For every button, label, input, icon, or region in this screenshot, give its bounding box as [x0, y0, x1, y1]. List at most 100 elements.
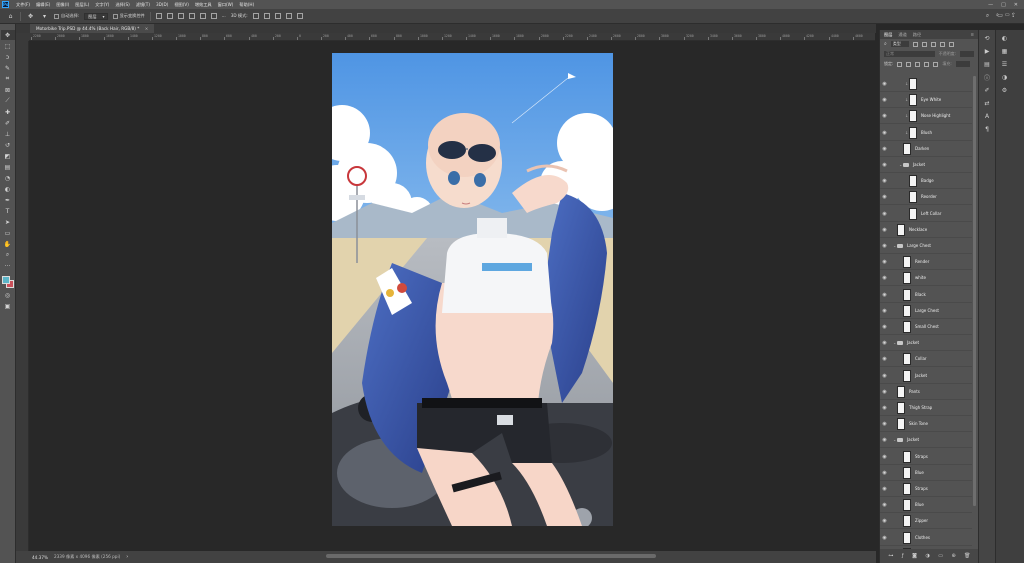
canvas-area[interactable]	[30, 42, 904, 551]
zoom-tool-icon[interactable]: ⌕	[1, 250, 15, 260]
visibility-eye-icon[interactable]: ◉	[880, 113, 889, 119]
layer-row[interactable]: ◉ Thigh Strap	[880, 400, 972, 416]
auto-select-dropdown[interactable]: 图层	[84, 12, 108, 20]
color-panel-icon[interactable]: ◐	[1000, 34, 1009, 43]
layer-row[interactable]: ◉ white	[880, 270, 972, 286]
visibility-eye-icon[interactable]: ◉	[880, 178, 889, 184]
visibility-eye-icon[interactable]: ◉	[880, 194, 889, 200]
align-center-icon[interactable]	[199, 13, 206, 19]
layer-row[interactable]: ◉ ↓ Eye White	[880, 92, 972, 108]
dock-item-swatches[interactable]: ▦	[1000, 47, 1009, 56]
marquee-tool-icon[interactable]: ⬚	[1, 41, 15, 51]
menu-image[interactable]: 图像(I)	[53, 2, 72, 8]
move-tool-icon[interactable]: ✥	[26, 12, 35, 21]
layer-row[interactable]: ◉ Black	[880, 287, 972, 303]
lock-all-icon[interactable]	[933, 61, 939, 67]
layer-row[interactable]: ◉ ↓ Nose Highlight	[880, 108, 972, 124]
layer-row[interactable]: ◉ Jacket	[880, 368, 972, 384]
layer-row[interactable]: ◉ Blue	[880, 497, 972, 513]
fx-icon[interactable]: ƒ	[902, 553, 904, 559]
menu-window[interactable]: 窗口(W)	[215, 2, 237, 8]
visibility-eye-icon[interactable]: ◉	[880, 211, 889, 217]
lock-position-icon[interactable]	[915, 61, 921, 67]
horizontal-scrollbar[interactable]	[326, 554, 656, 558]
move-tool-icon[interactable]: ✥	[0, 30, 15, 40]
tab-paths[interactable]: 路径	[913, 32, 921, 38]
more-tools-icon[interactable]: ···	[1, 261, 15, 271]
visibility-eye-icon[interactable]: ◉	[880, 535, 889, 541]
lasso-tool-icon[interactable]: ↄ	[1, 52, 15, 62]
show-transform-checkbox[interactable]: 显示变换控件	[112, 13, 145, 19]
zoom-level[interactable]: 44.37%	[32, 555, 48, 560]
visibility-eye-icon[interactable]: ◉	[880, 81, 889, 87]
checkbox-box[interactable]	[112, 13, 118, 19]
layers-list[interactable]: ◉ ↓ ◉ ↓ Eye White ◉ ↓ Nose Highlight ◉ ↓ Blush ◉ Dar…	[880, 76, 972, 563]
eraser-tool-icon[interactable]: ◩	[1, 151, 15, 161]
lock-artboard-icon[interactable]	[924, 61, 930, 67]
visibility-eye-icon[interactable]: ◉	[880, 259, 889, 265]
opacity-field[interactable]	[960, 51, 974, 57]
healing-brush-tool-icon[interactable]: ✚	[1, 107, 15, 117]
eyedropper-tool-icon[interactable]: ⟋	[1, 96, 15, 106]
minimize-button[interactable]: —	[988, 2, 993, 8]
status-menu-icon[interactable]: ›	[126, 554, 128, 560]
3d-slide-icon[interactable]	[285, 13, 292, 19]
layer-row[interactable]: ◉ Straps	[880, 449, 972, 465]
menu-plugins[interactable]: 增效工具	[192, 2, 215, 8]
layer-row[interactable]: ◉ ↓	[880, 76, 972, 92]
lock-paint-icon[interactable]	[906, 61, 912, 67]
layer-row[interactable]: ◉ Zipper	[880, 513, 972, 529]
visibility-eye-icon[interactable]: ◉	[880, 324, 889, 330]
visibility-eye-icon[interactable]: ◉	[880, 292, 889, 298]
menu-file[interactable]: 文件(F)	[13, 2, 33, 8]
more-options-button[interactable]: ···	[222, 14, 226, 19]
menu-select[interactable]: 选择(S)	[112, 2, 132, 8]
filter-smart-icon[interactable]	[948, 41, 954, 47]
visibility-eye-icon[interactable]: ◉	[880, 130, 889, 136]
maximize-button[interactable]: □	[1001, 2, 1006, 8]
visibility-eye-icon[interactable]: ◉	[880, 340, 889, 346]
align-middle-icon[interactable]	[166, 13, 173, 19]
align-right-icon[interactable]	[210, 13, 217, 19]
gradient-tool-icon[interactable]: ▤	[1, 162, 15, 172]
visibility-eye-icon[interactable]: ◉	[880, 437, 889, 443]
panel-menu-icon[interactable]: ≡	[970, 32, 978, 37]
layer-row[interactable]: ◉ ↓ Blush	[880, 125, 972, 141]
visibility-eye-icon[interactable]: ◉	[880, 518, 889, 524]
brush-settings-icon[interactable]: ✐	[983, 86, 992, 95]
chevron-down-icon[interactable]: ▾	[40, 12, 49, 21]
visibility-eye-icon[interactable]: ◉	[880, 502, 889, 508]
layer-row[interactable]: ◉ Straps	[880, 481, 972, 497]
folder-icon[interactable]: ▭	[938, 553, 943, 559]
document-tab[interactable]: Motorbike Trip.PSD @ 44.4% (Back Hair, R…	[30, 24, 155, 33]
pen-tool-icon[interactable]: ✒	[1, 195, 15, 205]
layer-row[interactable]: ◉ Large Chest	[880, 303, 972, 319]
3d-scale-icon[interactable]	[296, 13, 303, 19]
visibility-eye-icon[interactable]: ◉	[880, 486, 889, 492]
layer-row[interactable]: ◉ Badge	[880, 173, 972, 189]
lock-pixels-icon[interactable]	[897, 61, 903, 67]
checkbox-box[interactable]	[54, 13, 59, 19]
color-swatches[interactable]	[1, 275, 15, 289]
layer-row[interactable]: ◉ Skin Tone	[880, 416, 972, 432]
dock-item-properties[interactable]: ⚙	[1000, 86, 1009, 95]
search-icon[interactable]: ⌕	[996, 12, 999, 18]
history-brush-tool-icon[interactable]: ↺	[1, 140, 15, 150]
layer-row[interactable]: ◉ Pants	[880, 384, 972, 400]
tab-layers[interactable]: 图层	[884, 32, 892, 38]
layer-group-row[interactable]: ◉ ⌄ Jacket	[880, 157, 972, 173]
visibility-eye-icon[interactable]: ◉	[880, 146, 889, 152]
visibility-eye-icon[interactable]: ◉	[880, 470, 889, 476]
menu-help[interactable]: 帮助(H)	[236, 2, 257, 8]
vertical-ruler[interactable]	[16, 41, 29, 551]
layer-row[interactable]: ◉ Left Collar	[880, 206, 972, 222]
stamp-tool-icon[interactable]: ⊥	[1, 129, 15, 139]
visibility-eye-icon[interactable]: ◉	[880, 97, 889, 103]
comments-icon[interactable]: ▤	[983, 60, 992, 69]
play-icon[interactable]: ▶	[983, 47, 992, 56]
trash-icon[interactable]: 🗑	[964, 553, 970, 559]
search-icon[interactable]: ⌕	[986, 12, 989, 20]
3d-roll-icon[interactable]	[263, 13, 270, 19]
blur-tool-icon[interactable]: ◔	[1, 173, 15, 183]
mask-icon[interactable]: ◙	[912, 553, 917, 559]
